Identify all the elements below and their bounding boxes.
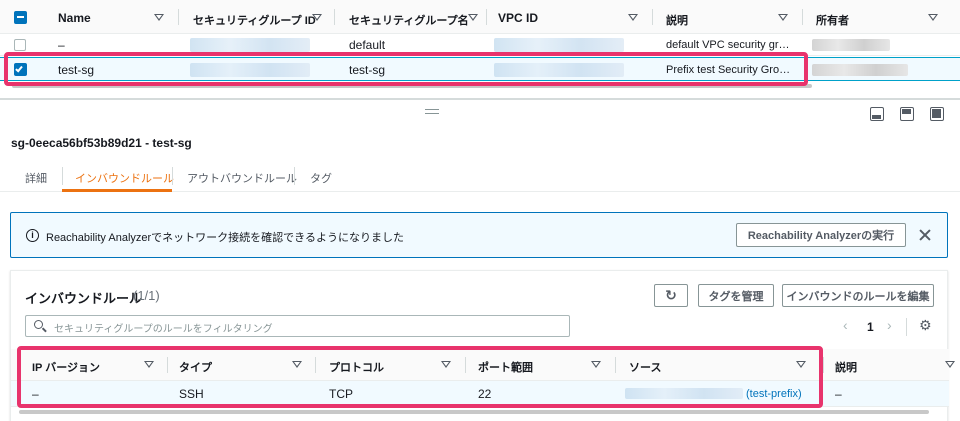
- col-header-vpc-id[interactable]: VPC ID: [498, 11, 538, 25]
- redacted-group-id: [190, 38, 310, 52]
- edit-inbound-rules-button[interactable]: インバウンドのルールを編集: [782, 284, 934, 307]
- sort-icon[interactable]: [628, 14, 638, 21]
- prev-page-icon[interactable]: ‹: [843, 317, 848, 333]
- sort-icon[interactable]: [928, 14, 938, 21]
- info-banner: i Reachability Analyzerでネットワーク接続を確認できるよう…: [10, 212, 948, 258]
- tab-tags[interactable]: タグ: [310, 170, 332, 186]
- info-banner-text: Reachability Analyzerでネットワーク接続を確認できるようにな…: [46, 232, 404, 244]
- detail-tabs: 詳細 インバウンドルール アウトバウンドルール タグ: [0, 158, 960, 192]
- cell-name: –: [58, 38, 65, 52]
- inbound-rules-count: (1/1): [133, 288, 160, 303]
- manage-tags-button[interactable]: タグを管理: [698, 284, 774, 307]
- run-reachability-analyzer-button[interactable]: Reachability Analyzerの実行: [736, 223, 906, 247]
- next-page-icon[interactable]: ›: [887, 317, 892, 333]
- horizontal-scrollbar[interactable]: [19, 410, 929, 414]
- panel-bottom-icon[interactable]: [870, 107, 884, 121]
- tab-outbound-rules[interactable]: アウトバウンドルール: [187, 170, 297, 186]
- col-header-group-name[interactable]: セキュリティグループ名: [349, 12, 469, 28]
- page-number[interactable]: 1: [867, 320, 874, 334]
- panel-split-icon[interactable]: [900, 107, 914, 121]
- rule-highlight: [17, 346, 823, 408]
- redacted-owner: [812, 39, 890, 51]
- cell-description: –: [835, 387, 842, 401]
- close-icon[interactable]: [919, 229, 931, 241]
- col-header-name[interactable]: Name: [58, 11, 91, 25]
- sort-icon[interactable]: [945, 361, 955, 368]
- row-checkbox[interactable]: [14, 39, 26, 51]
- info-icon: i: [26, 229, 39, 242]
- detail-title: sg-0eeca56bf53b89d21 - test-sg: [11, 136, 192, 150]
- col-header-description[interactable]: 説明: [666, 12, 688, 28]
- cell-group-name: default: [349, 38, 386, 52]
- settings-gear-icon[interactable]: ⚙: [919, 317, 932, 334]
- tab-inbound-rules[interactable]: インバウンドルール: [75, 170, 174, 186]
- refresh-icon: ↻: [665, 287, 677, 303]
- active-tab-indicator: [62, 189, 172, 192]
- table-header: Name セキュリティグループ ID セキュリティグループ名 VPC ID 説明…: [0, 0, 960, 34]
- sort-icon[interactable]: [778, 14, 788, 21]
- cell-description: default VPC security gr…: [666, 39, 790, 51]
- select-all-checkbox[interactable]: [14, 11, 27, 24]
- col-header-description[interactable]: 説明: [835, 359, 857, 375]
- col-header-group-id[interactable]: セキュリティグループ ID: [193, 12, 316, 28]
- drag-handle-icon[interactable]: [425, 109, 439, 114]
- selection-highlight: [4, 52, 808, 86]
- sort-icon[interactable]: [312, 14, 322, 21]
- panel-side-icon[interactable]: [930, 107, 944, 121]
- refresh-button[interactable]: ↻: [654, 284, 688, 307]
- redacted-owner: [812, 64, 908, 76]
- search-input[interactable]: セキュリティグループのルールをフィルタリング: [25, 315, 570, 337]
- tab-details[interactable]: 詳細: [25, 170, 47, 186]
- inbound-rules-title: インバウンドルール: [25, 291, 143, 306]
- redacted-vpc-id: [494, 38, 624, 52]
- sort-icon[interactable]: [154, 14, 164, 21]
- sort-icon[interactable]: [468, 14, 478, 21]
- search-placeholder: セキュリティグループのルールをフィルタリング: [54, 324, 273, 335]
- col-header-owner[interactable]: 所有者: [816, 12, 849, 28]
- split-pane-divider[interactable]: [0, 98, 960, 100]
